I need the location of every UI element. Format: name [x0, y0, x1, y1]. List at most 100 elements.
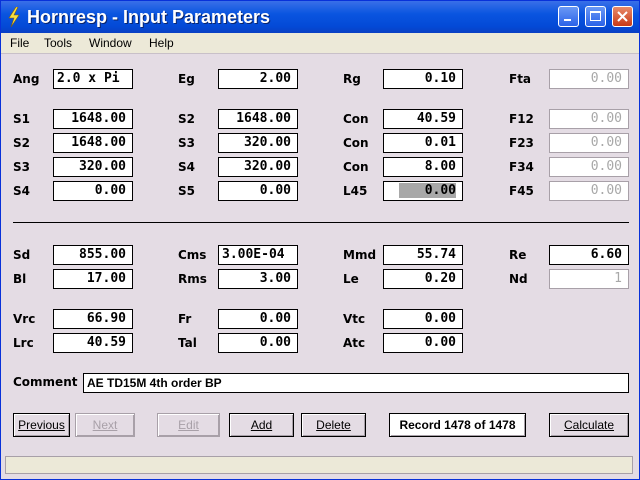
add-button[interactable]: Add — [229, 413, 294, 437]
field-con-3[interactable]: 8.00 — [383, 157, 463, 177]
menu-help[interactable]: Help — [149, 36, 174, 50]
label-s3: S3 — [13, 160, 30, 174]
next-button: Next — [75, 413, 135, 437]
field-tal[interactable]: 0.00 — [218, 333, 298, 353]
label-s1: S1 — [13, 112, 30, 126]
maximize-icon — [590, 11, 601, 21]
field-mmd[interactable]: 55.74 — [383, 245, 463, 265]
label-rms: Rms — [178, 272, 207, 286]
maximize-button[interactable] — [585, 6, 606, 27]
label-rg: Rg — [343, 72, 361, 86]
field-nd: 1 — [549, 269, 629, 289]
menu-tools[interactable]: Tools — [44, 36, 72, 50]
field-s4[interactable]: 0.00 — [53, 181, 133, 201]
comment-field[interactable]: AE TD15M 4th order BP — [83, 373, 629, 393]
next-button-label: Next — [92, 418, 118, 432]
minimize-button[interactable] — [558, 6, 579, 27]
field-fta: 0.00 — [549, 69, 629, 89]
window-title: Hornresp - Input Parameters — [27, 7, 271, 27]
label-con-2: Con — [343, 136, 369, 150]
edit-button-label: Edit — [178, 418, 199, 432]
previous-button-label: Previous — [18, 418, 65, 432]
field-f23: 0.00 — [549, 133, 629, 153]
field-ang[interactable]: 2.0 x Pi — [53, 69, 133, 89]
label-s4-col2: S4 — [178, 160, 195, 174]
label-s3-col2: S3 — [178, 136, 195, 150]
field-s5[interactable]: 0.00 — [218, 181, 298, 201]
title-bar[interactable]: Hornresp - Input Parameters — [1, 1, 639, 33]
field-f45: 0.00 — [549, 181, 629, 201]
label-ang: Ang — [13, 72, 40, 86]
field-s2-col2[interactable]: 1648.00 — [218, 109, 298, 129]
edit-button: Edit — [157, 413, 220, 437]
menu-bar: File Tools Window Help — [1, 33, 639, 54]
field-vtc[interactable]: 0.00 — [383, 309, 463, 329]
label-con-1: Con — [343, 112, 369, 126]
field-l45-selected-text: 0.00 — [398, 183, 456, 198]
app-icon — [8, 7, 20, 27]
label-s5: S5 — [178, 184, 195, 198]
label-atc: Atc — [343, 336, 366, 350]
label-re: Re — [509, 248, 527, 262]
field-rms[interactable]: 3.00 — [218, 269, 298, 289]
field-fr[interactable]: 0.00 — [218, 309, 298, 329]
delete-button-label: Delete — [316, 418, 351, 432]
calculate-button-label: Calculate — [563, 418, 615, 432]
field-bl[interactable]: 17.00 — [53, 269, 133, 289]
field-con-2[interactable]: 0.01 — [383, 133, 463, 153]
label-eg: Eg — [178, 72, 195, 86]
label-f34: F34 — [509, 160, 534, 174]
field-s2[interactable]: 1648.00 — [53, 133, 133, 153]
label-mmd: Mmd — [343, 248, 377, 262]
label-nd: Nd — [509, 272, 528, 286]
field-eg[interactable]: 2.00 — [218, 69, 298, 89]
field-le[interactable]: 0.20 — [383, 269, 463, 289]
label-l45: L45 — [343, 184, 368, 198]
field-sd[interactable]: 855.00 — [53, 245, 133, 265]
label-f23: F23 — [509, 136, 534, 150]
field-re[interactable]: 6.60 — [549, 245, 629, 265]
field-atc[interactable]: 0.00 — [383, 333, 463, 353]
status-bar — [5, 456, 633, 474]
field-cms[interactable]: 3.00E-04 — [218, 245, 298, 265]
field-s4-col2[interactable]: 320.00 — [218, 157, 298, 177]
label-bl: Bl — [13, 272, 27, 286]
label-comment: Comment — [13, 375, 78, 389]
label-lrc: Lrc — [13, 336, 34, 350]
field-vrc[interactable]: 66.90 — [53, 309, 133, 329]
record-indicator: Record 1478 of 1478 — [389, 413, 526, 437]
field-con-1[interactable]: 40.59 — [383, 109, 463, 129]
label-s2-col2: S2 — [178, 112, 195, 126]
field-f12: 0.00 — [549, 109, 629, 129]
label-con-3: Con — [343, 160, 369, 174]
close-button[interactable] — [612, 6, 633, 27]
field-s1[interactable]: 1648.00 — [53, 109, 133, 129]
label-vrc: Vrc — [13, 312, 36, 326]
calculate-button[interactable]: Calculate — [549, 413, 629, 437]
field-l45[interactable]: 0.00 — [383, 181, 463, 201]
label-vtc: Vtc — [343, 312, 366, 326]
field-s3[interactable]: 320.00 — [53, 157, 133, 177]
label-sd: Sd — [13, 248, 31, 262]
label-s4: S4 — [13, 184, 30, 198]
input-parameters-panel: Ang 2.0 x Pi Eg 2.00 Rg 0.10 Fta 0.00 S1… — [1, 54, 639, 454]
label-fr: Fr — [178, 312, 192, 326]
field-f34: 0.00 — [549, 157, 629, 177]
section-divider — [13, 222, 629, 223]
label-cms: Cms — [178, 248, 207, 262]
hornresp-window: Hornresp - Input Parameters File Tools W… — [0, 0, 640, 480]
close-icon — [617, 11, 628, 22]
field-s3-col2[interactable]: 320.00 — [218, 133, 298, 153]
field-lrc[interactable]: 40.59 — [53, 333, 133, 353]
menu-window[interactable]: Window — [89, 36, 132, 50]
menu-file[interactable]: File — [10, 36, 29, 50]
previous-button[interactable]: Previous — [13, 413, 70, 437]
add-button-label: Add — [250, 418, 273, 432]
label-tal: Tal — [178, 336, 197, 350]
label-f45: F45 — [509, 184, 534, 198]
label-f12: F12 — [509, 112, 534, 126]
label-le: Le — [343, 272, 359, 286]
delete-button[interactable]: Delete — [301, 413, 366, 437]
field-rg[interactable]: 0.10 — [383, 69, 463, 89]
label-fta: Fta — [509, 72, 532, 86]
